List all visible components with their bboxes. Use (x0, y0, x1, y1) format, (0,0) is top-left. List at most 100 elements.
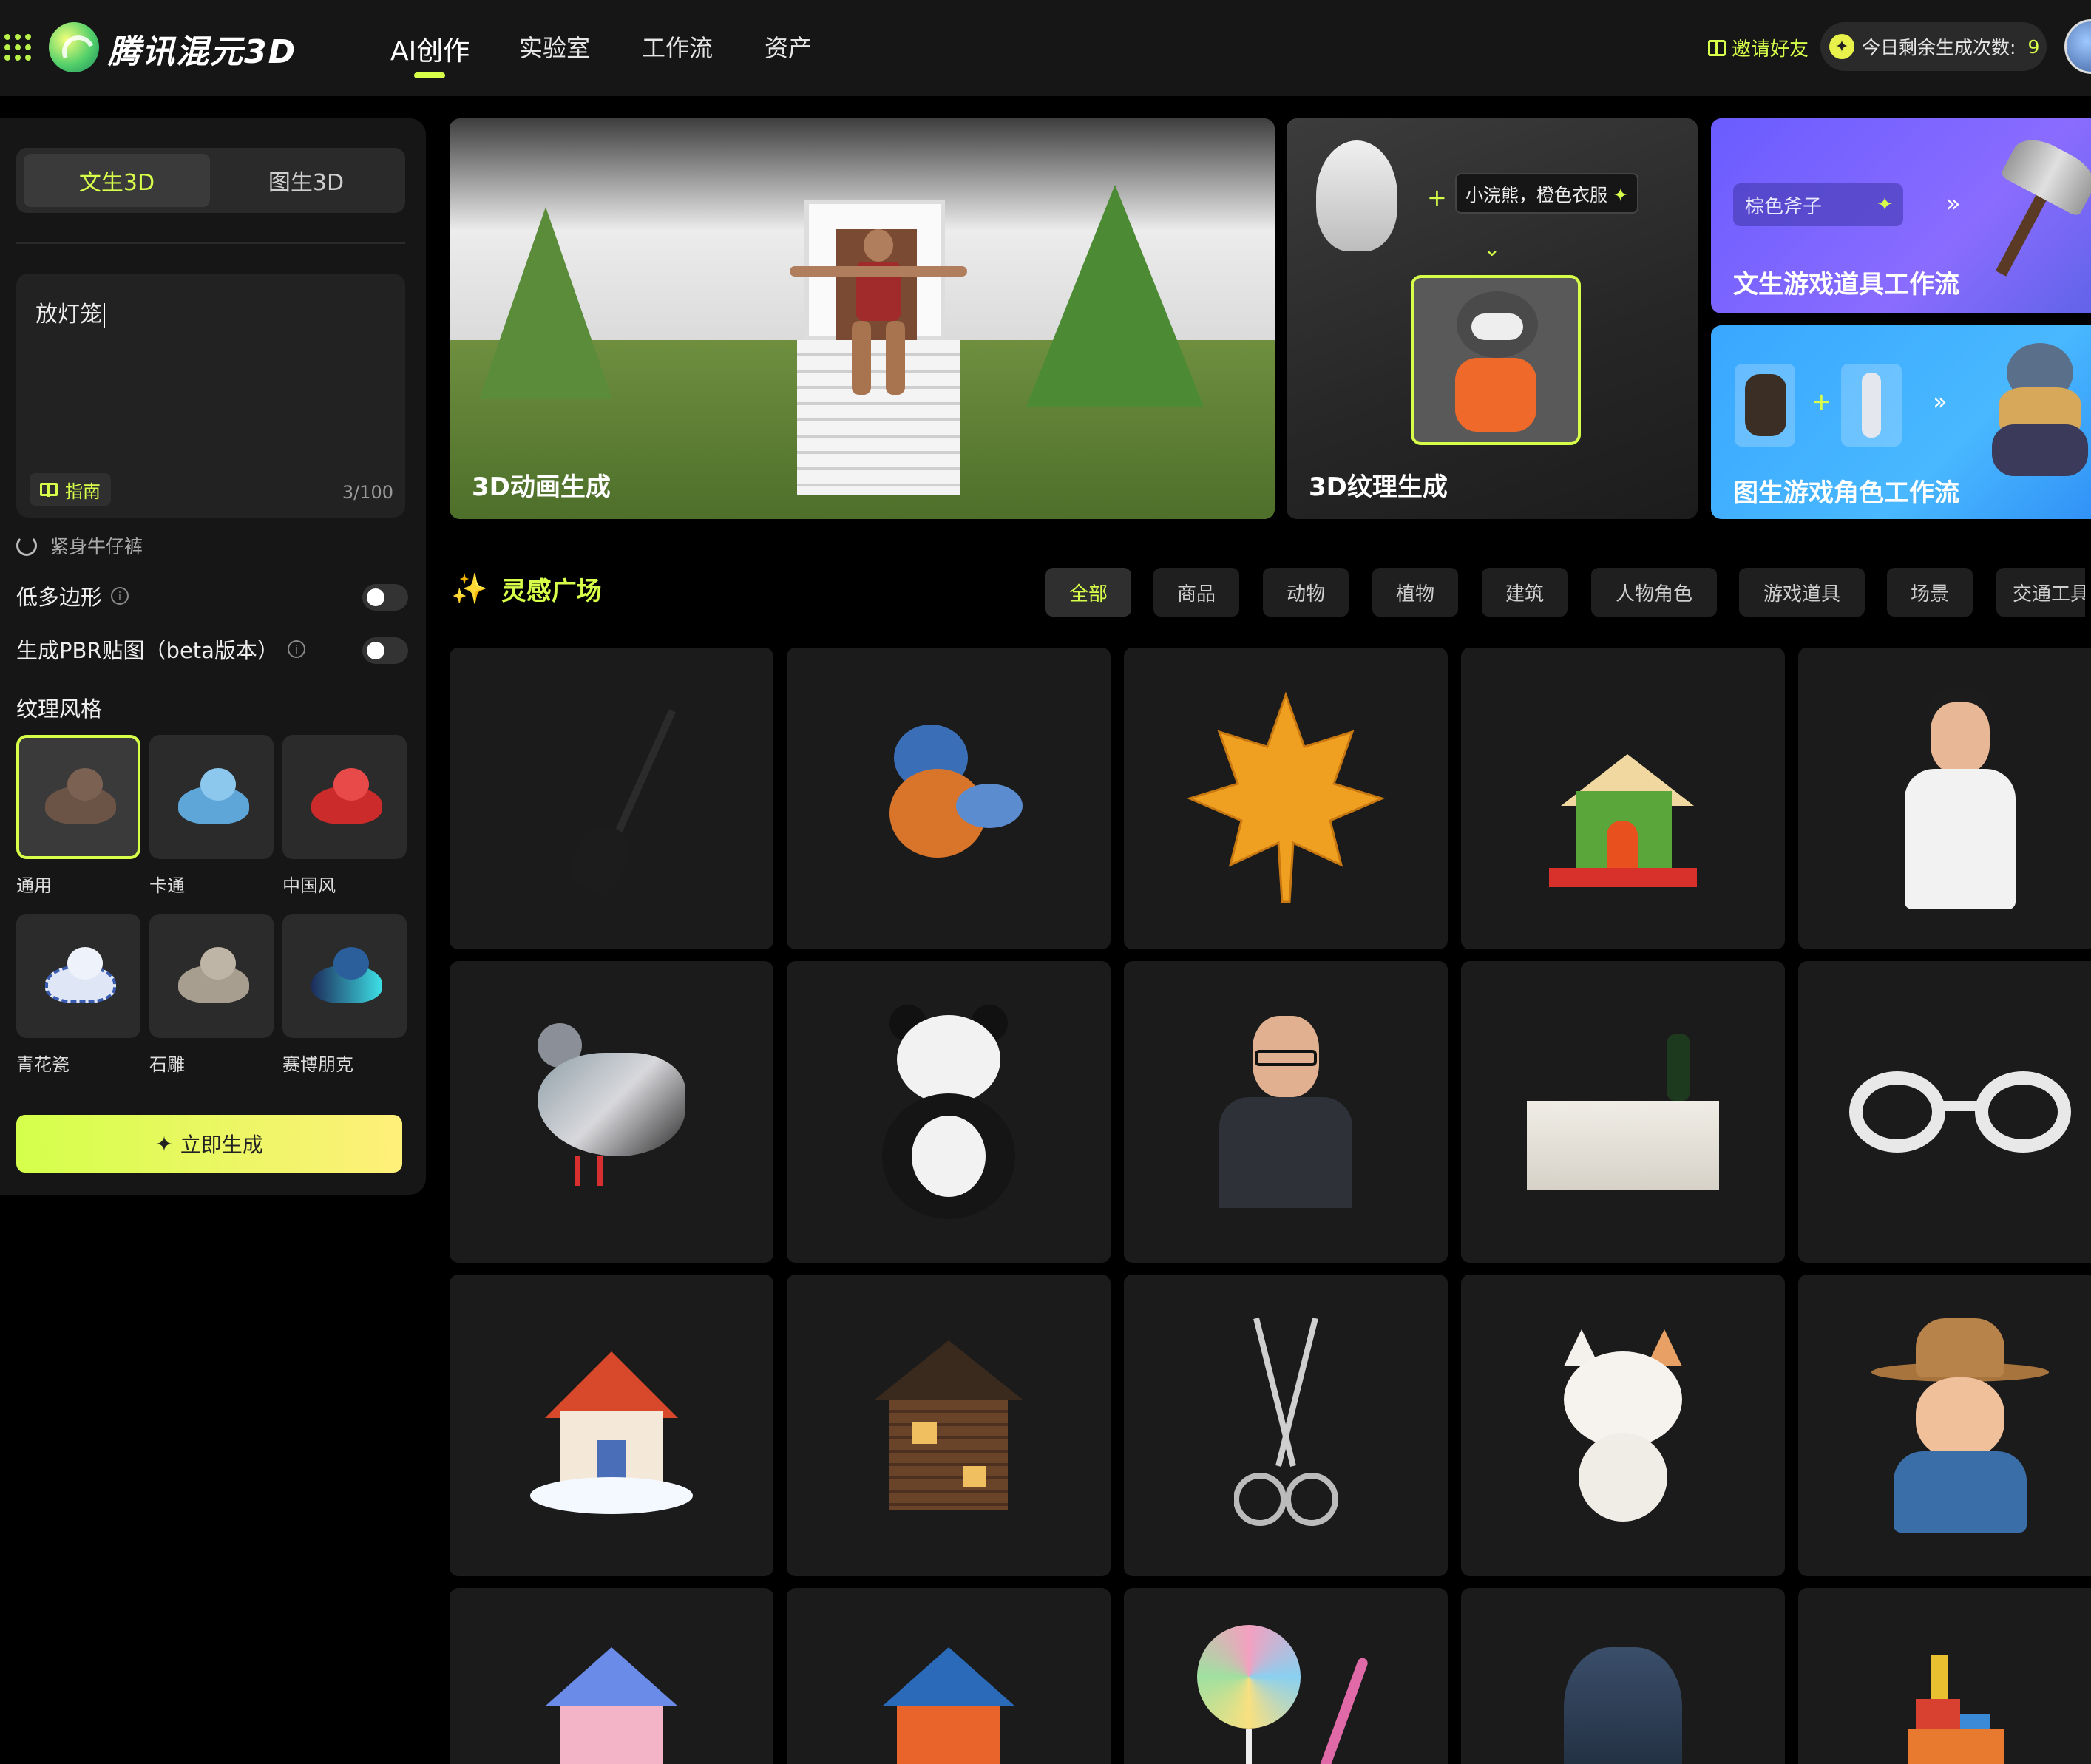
banner-title: 3D动画生成 (472, 472, 611, 502)
filter-characters[interactable]: 人物角色 (1591, 568, 1717, 617)
generate-label: 立即生成 (180, 1133, 263, 1157)
bird-model (867, 702, 1030, 895)
nav-lab[interactable]: 实验室 (519, 30, 590, 64)
info-icon[interactable]: i (111, 587, 129, 605)
gallery-card-businessman[interactable] (1124, 961, 1448, 1263)
style-thumb (16, 914, 140, 1038)
coin-icon: ✦ (1829, 34, 1854, 59)
top-header: 腾讯混元3D AI创作 实验室 工作流 资产 邀请好友 ✦ 今日剩余生成次数: … (0, 0, 2091, 96)
tab-image-to-3d[interactable]: 图生3D (213, 154, 399, 207)
gallery-card-snow-house[interactable] (450, 1275, 773, 1576)
filter-game-props[interactable]: 游戏道具 (1739, 568, 1865, 617)
businessman-model (1212, 1016, 1360, 1208)
invite-friends-button[interactable]: 邀请好友 (1708, 34, 1809, 61)
gallery-card-glasses[interactable] (1798, 961, 2091, 1263)
panda-model (875, 1005, 1023, 1219)
gallery-card-bird[interactable] (787, 648, 1111, 949)
prompt-input[interactable]: 放灯笼 指南 3/100 (16, 274, 405, 518)
brand-name[interactable]: 腾讯混元3D (108, 25, 296, 72)
style-thumb (16, 735, 140, 859)
filter-scenes[interactable]: 场景 (1887, 568, 1973, 617)
filter-all[interactable]: 全部 (1046, 568, 1131, 617)
filter-goods[interactable]: 商品 (1153, 568, 1239, 617)
filter-buildings[interactable]: 建筑 (1482, 568, 1568, 617)
tree-shape (479, 207, 612, 399)
quota-label: 今日剩余生成次数: (1862, 37, 2016, 58)
nav-ai-create[interactable]: AI创作 (390, 30, 470, 68)
prompt-text[interactable]: 放灯笼 (35, 296, 105, 328)
style-label: 通用 (16, 875, 52, 896)
style-label: 卡通 (149, 875, 185, 896)
pigeon-model (515, 1023, 708, 1201)
seal-model-icon (171, 768, 252, 826)
gallery-card-man-shirt[interactable] (1798, 648, 2091, 949)
pose-thumb (1862, 373, 1881, 438)
raccoon-result (1411, 275, 1581, 445)
banner-prop-workflow[interactable]: 棕色斧子 ✦ » 文生游戏道具工作流 (1711, 118, 2091, 313)
style-cartoon[interactable]: 卡通 (149, 735, 274, 897)
brand-logo-icon[interactable] (49, 22, 99, 72)
banner-title: 文生游戏道具工作流 (1733, 270, 1959, 299)
lollipop-model (1197, 1625, 1375, 1764)
filter-animals[interactable]: 动物 (1263, 568, 1349, 617)
gallery-card-spatula[interactable] (450, 648, 773, 949)
arrow-right-icon: » (1933, 387, 1948, 415)
wooden-house-model (867, 1333, 1030, 1518)
style-porcelain[interactable]: 青花瓷 (16, 914, 140, 1076)
creation-panel: 文生3D 图生3D 放灯笼 指南 3/100 紧身牛仔裤 低多边形 i 生成PB… (0, 118, 426, 1195)
char-counter: 3/100 (342, 482, 393, 503)
prompt-suggestion[interactable]: 紧身牛仔裤 (16, 532, 143, 559)
birdhouse-model (1549, 710, 1697, 887)
style-general[interactable]: 通用 (16, 735, 140, 897)
style-label: 赛博朋克 (282, 1054, 353, 1075)
gallery-card-cowboy-boy[interactable] (1798, 1275, 2091, 1576)
panel-divider (16, 242, 405, 244)
gallery-card-pigeon[interactable] (450, 961, 773, 1263)
nav-workflow[interactable]: 工作流 (642, 30, 713, 64)
guide-label: 指南 (65, 481, 101, 502)
gallery-card-wooden-house[interactable] (787, 1275, 1111, 1576)
apps-grid-icon[interactable] (4, 34, 31, 61)
style-stone[interactable]: 石雕 (149, 914, 274, 1076)
gallery-card-scissors[interactable] (1124, 1275, 1448, 1576)
style-cyberpunk[interactable]: 赛博朋克 (282, 914, 407, 1076)
generate-button[interactable]: ✦ 立即生成 (16, 1115, 402, 1173)
info-icon[interactable]: i (287, 640, 305, 658)
chevron-down-icon: ⌄ (1483, 237, 1501, 261)
pbr-toggle[interactable] (362, 637, 408, 664)
tree-shape (1026, 185, 1204, 407)
low-poly-toggle[interactable] (362, 584, 408, 611)
nav-assets[interactable]: 资产 (765, 30, 812, 64)
gallery-card-marble-sink[interactable] (1461, 961, 1785, 1263)
gift-icon (1708, 39, 1726, 56)
style-thumb (282, 914, 407, 1038)
banner-character-workflow[interactable]: + » 图生游戏角色工作流 (1711, 325, 2091, 519)
guide-button[interactable]: 指南 (30, 473, 111, 506)
texture-prompt-chip: 小浣熊，橙色衣服 ✦ (1455, 173, 1638, 214)
refresh-icon[interactable] (16, 535, 37, 556)
dragon-model (1549, 1647, 1697, 1764)
gallery-card-panda[interactable] (787, 961, 1111, 1263)
plus-icon: + (1812, 387, 1831, 415)
invite-label: 邀请好友 (1732, 38, 1809, 61)
gallery-card-maple-leaf[interactable] (1124, 648, 1448, 949)
gallery-card-orange-house[interactable] (787, 1588, 1111, 1764)
gallery-card-blocks[interactable] (1798, 1588, 2091, 1764)
style-thumb (149, 914, 274, 1038)
gallery-card-dragon[interactable] (1461, 1588, 1785, 1764)
gallery-card-birdhouse[interactable] (1461, 648, 1785, 949)
tab-text-to-3d[interactable]: 文生3D (24, 154, 210, 207)
filter-vehicles[interactable]: 交通工具 (1996, 568, 2085, 617)
suggestion-text[interactable]: 紧身牛仔裤 (50, 532, 143, 559)
banner-3d-animation[interactable]: 3D动画生成 (450, 118, 1275, 519)
gallery-card-pink-house[interactable] (450, 1588, 773, 1764)
filter-plants[interactable]: 植物 (1372, 568, 1458, 617)
gallery-card-lollipop[interactable] (1124, 1588, 1448, 1764)
style-chinese[interactable]: 中国风 (282, 735, 407, 897)
quota-badge[interactable]: ✦ 今日剩余生成次数: 9 (1820, 22, 2047, 71)
banner-3d-texture[interactable]: + 小浣熊，橙色衣服 ✦ ⌄ 3D纹理生成 (1287, 118, 1698, 519)
arrow-right-icon: » (1946, 189, 1961, 217)
gallery-card-kitten[interactable] (1461, 1275, 1785, 1576)
style-label: 中国风 (282, 875, 336, 896)
user-avatar[interactable] (2064, 19, 2091, 74)
